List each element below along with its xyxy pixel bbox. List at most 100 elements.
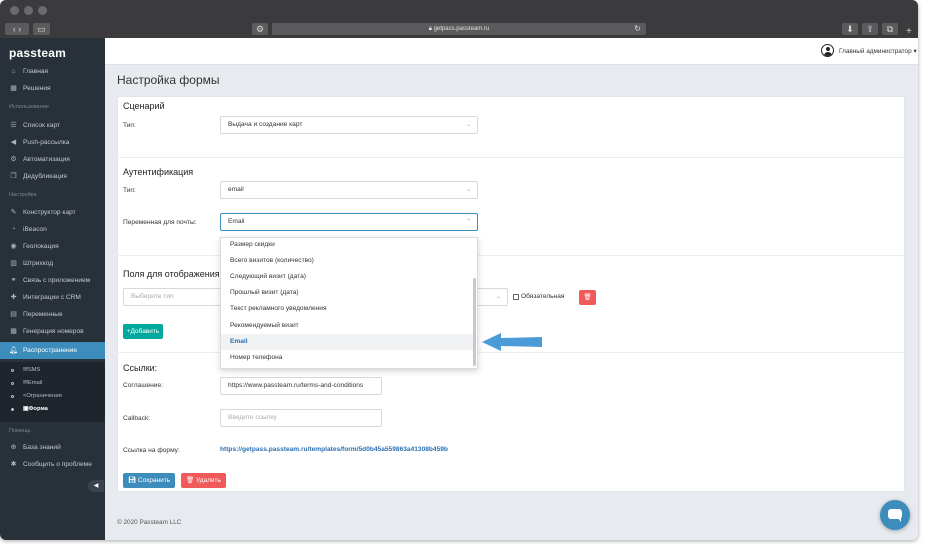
subnav-item-email[interactable]: ✉Email xyxy=(0,377,105,390)
sidebar-item-push[interactable]: ◀ Push-рассылка xyxy=(0,134,105,151)
sidebar-item-geolocation[interactable]: ◉ Геолокация xyxy=(0,238,105,255)
sidebar-item-label: iBeacon xyxy=(23,226,47,233)
collapse-sidebar-button[interactable]: ◀ xyxy=(88,480,104,492)
back-forward-icon[interactable]: ‹ › xyxy=(5,23,29,35)
reload-icon[interactable]: ↻ xyxy=(634,23,641,35)
dropdown-scrollbar[interactable] xyxy=(473,278,476,366)
callback-input[interactable]: Введите ссылку xyxy=(220,409,382,427)
pointer-arrow-icon xyxy=(482,333,542,351)
gear-icon: ⚙ xyxy=(10,156,17,163)
sidebar-item-barcode[interactable]: ▥ Штрихкод xyxy=(0,255,105,272)
dropdown-option[interactable]: Номер телефона xyxy=(221,350,473,366)
sidebar-item-deduplication[interactable]: ❐ Дедубликация xyxy=(0,168,105,185)
bullet-icon xyxy=(11,382,14,385)
subnav-item-label: Ограничения xyxy=(26,393,62,399)
maximize-window-dot[interactable] xyxy=(38,6,47,15)
dropdown-option[interactable]: Всего визитов (количество) xyxy=(221,253,473,269)
sidebar-item-crm[interactable]: ✚ Интеграции с CRM xyxy=(0,289,105,306)
share-icon[interactable]: ⇪ xyxy=(862,23,878,35)
sidebar-toggle-icon[interactable]: ▭ xyxy=(33,23,50,35)
auth-title: Аутентификация xyxy=(123,167,194,177)
sidebar-item-automation[interactable]: ⚙ Автоматизация xyxy=(0,151,105,168)
add-field-button[interactable]: +Добавить xyxy=(123,324,163,339)
topbar: Главный администратор ▾ xyxy=(105,38,918,65)
divider xyxy=(117,157,905,158)
sidebar-item-card-list[interactable]: ☰ Список карт xyxy=(0,117,105,134)
auth-type-select[interactable]: email ⌄ xyxy=(220,181,478,199)
sidebar-item-home[interactable]: ⌂ Главная xyxy=(0,63,105,80)
chat-widget-button[interactable] xyxy=(880,500,910,530)
save-button[interactable]: 💾︎ Сохранить xyxy=(123,473,175,488)
agreement-label: Соглашение: xyxy=(123,382,163,389)
bullet-icon xyxy=(11,395,14,398)
bell-icon: 🔔︎ xyxy=(9,347,18,354)
sidebar-item-label: Главная xyxy=(23,68,49,75)
footer-copyright: © 2020 Passteam LLC xyxy=(117,519,182,526)
new-tab-icon[interactable]: + xyxy=(906,27,912,37)
agreement-input[interactable]: https://www.passteam.ru/terms-and-condit… xyxy=(220,377,382,395)
delete-button[interactable]: 🗑︎ Удалить xyxy=(181,473,226,488)
dropdown-option-selected[interactable]: Email xyxy=(221,334,473,350)
auth-type-value: email xyxy=(228,186,244,193)
minimize-window-dot[interactable] xyxy=(24,6,33,15)
download-icon[interactable]: ⬇ xyxy=(842,23,858,35)
delete-field-button[interactable]: 🗑︎ xyxy=(579,290,596,305)
subnav-item-sms[interactable]: ✉︎SMS xyxy=(0,364,105,377)
sidebar-item-solutions[interactable]: ▦ Решения xyxy=(0,80,105,97)
settings-icon[interactable]: ⚙ xyxy=(252,23,268,35)
field-type-select[interactable]: Выберите тип xyxy=(123,288,223,306)
chevron-down-icon: ⌄ xyxy=(465,122,471,128)
form-link[interactable]: https://getpass.passteam.ru/templates/fo… xyxy=(220,446,448,453)
sidebar-item-label: Переменные xyxy=(23,311,63,318)
email-variable-value: Email xyxy=(228,218,245,225)
beacon-icon: ◔ xyxy=(11,226,16,233)
sidebar-item-report-problem[interactable]: ✱ Сообщить о проблеме xyxy=(0,456,105,473)
sidebar-item-variables[interactable]: ▤ Переменные xyxy=(0,306,105,323)
sidebar-item-ibeacon[interactable]: ◔ iBeacon xyxy=(0,221,105,238)
bug-icon: ✱ xyxy=(10,461,17,468)
trash-icon: 🗑︎ xyxy=(583,294,592,301)
form-link-label: Ссылка на форму: xyxy=(123,447,180,454)
address-bar[interactable]: 🔒︎ getpass.passteam.ru ↻ xyxy=(272,23,646,35)
field-type-placeholder: Выберите тип xyxy=(131,293,174,300)
logo[interactable]: passteam xyxy=(9,46,66,60)
dropdown-option[interactable]: Размер скидки xyxy=(221,238,473,253)
sidebar-header-usage: Использование xyxy=(9,104,49,110)
barcode-icon: ▥ xyxy=(10,260,17,267)
browser-window: ‹ › ▭ ⚙ 🔒︎ getpass.passteam.ru ↻ ⬇ ⇪ ⧉ +… xyxy=(0,0,918,540)
user-avatar-icon[interactable] xyxy=(821,44,834,57)
sidebar-item-label: Интеграции с CRM xyxy=(23,294,81,301)
dropdown-option[interactable]: Прошлый визит (дата) xyxy=(221,285,473,301)
dropdown-option[interactable]: Следующий визит (дата) xyxy=(221,269,473,285)
email-variable-select[interactable]: Email ⌃ xyxy=(220,213,478,231)
dropdown-option[interactable]: Текст рекламного уведомления xyxy=(221,301,473,317)
sidebar-item-knowledge-base[interactable]: ⊕ База знаний xyxy=(0,439,105,456)
sidebar-item-number-generation[interactable]: ▦ Генерация номеров xyxy=(0,323,105,340)
user-menu[interactable]: Главный администратор ▾ xyxy=(839,47,917,55)
chevron-down-icon: ⌄ xyxy=(465,187,471,193)
link-icon: ⚭ xyxy=(10,277,17,284)
close-window-dot[interactable] xyxy=(10,6,19,15)
required-checkbox[interactable] xyxy=(513,294,519,300)
links-title: Ссылки: xyxy=(123,363,158,373)
globe-icon: ⊕ xyxy=(10,444,17,451)
variables-icon: ▤ xyxy=(10,311,17,318)
sidebar-item-card-builder[interactable]: ✎ Конструктор карт xyxy=(0,204,105,221)
sidebar-item-distribution[interactable]: 🔔︎ Распространение xyxy=(0,342,105,359)
sidebar-header-help: Помощь xyxy=(9,428,31,434)
megaphone-icon: ◀ xyxy=(10,139,17,146)
dropdown-option[interactable]: Рекомендуемый визит xyxy=(221,318,473,334)
required-label: Обязательная xyxy=(521,293,565,300)
subnav-item-label: Форма xyxy=(28,406,48,412)
tabs-icon[interactable]: ⧉ xyxy=(882,23,898,35)
scenario-type-select[interactable]: Выдача и создание карт ⌄ xyxy=(220,116,478,134)
subnav-item-label: Email xyxy=(27,380,43,386)
home-icon: ⌂ xyxy=(11,68,16,75)
subnav-item-form[interactable]: ▣Форма xyxy=(0,403,105,416)
chevron-down-icon: ⌄ xyxy=(495,294,501,300)
sidebar-item-app-link[interactable]: ⚭ Связь с приложением xyxy=(0,272,105,289)
subnav-item-label: SMS xyxy=(27,367,41,373)
page-title: Настройка формы xyxy=(117,73,220,87)
sidebar-item-label: Сообщить о проблеме xyxy=(23,461,92,468)
subnav-item-restrictions[interactable]: <Ограничения xyxy=(0,390,105,403)
